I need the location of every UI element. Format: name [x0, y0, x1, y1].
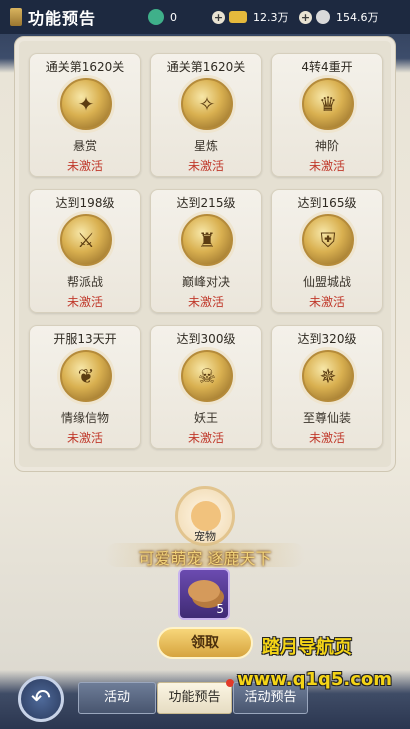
feature-card[interactable]: 通关第1620关 ✧ 星炼 未激活 — [150, 53, 262, 177]
feature-name: 仙盟城战 — [302, 275, 351, 289]
pet-label: 宠物 — [194, 530, 216, 543]
peak-duel-emblem-icon: ♜ — [181, 214, 233, 266]
feature-status: 未激活 — [308, 295, 345, 309]
feature-status: 未激活 — [187, 159, 224, 173]
star-refine-emblem-icon: ✧ — [181, 78, 233, 130]
feature-status: 未激活 — [308, 159, 345, 173]
feature-requirement: 达到165级 — [297, 196, 357, 210]
feature-name: 至尊仙装 — [302, 411, 351, 425]
pet-slogan: 可爱萌宠 逐鹿天下 — [138, 549, 272, 568]
feature-requirement: 4转4重开 — [301, 60, 353, 74]
feature-requirement: 达到300级 — [176, 332, 236, 346]
demon-king-emblem-icon: ☠ — [181, 350, 233, 402]
feature-card[interactable]: 达到320级 ✵ 至尊仙装 未激活 — [271, 325, 383, 449]
feature-requirement: 通关第1620关 — [166, 60, 246, 74]
feature-status: 未激活 — [66, 295, 103, 309]
emblem-glyph: ⛨ — [320, 228, 336, 252]
feature-card[interactable]: 达到165级 ⛨ 仙盟城战 未激活 — [271, 189, 383, 313]
title-ornament-icon — [10, 8, 22, 26]
gold-resource[interactable]: + 12.3万 — [212, 8, 289, 26]
feature-name: 巅峰对决 — [181, 275, 230, 289]
reward-item[interactable]: 5 — [178, 568, 230, 620]
game-screen: 功能预告 0 + 12.3万 + 154.6万 通关第1620关 ✦ 悬赏 未激… — [0, 0, 410, 729]
tab-feature-preview[interactable]: 功能预告 — [157, 679, 234, 714]
emblem-glyph: ⚔ — [77, 228, 95, 252]
divine-rank-emblem-icon: ♛ — [302, 78, 354, 130]
feature-name: 情缘信物 — [60, 411, 109, 425]
feature-card[interactable]: 开服13天开 ❦ 情缘信物 未激活 — [29, 325, 141, 449]
top-bar: 功能预告 0 + 12.3万 + 154.6万 — [0, 0, 410, 34]
guild-war-emblem-icon: ⚔ — [60, 214, 112, 266]
feature-requirement: 达到215级 — [176, 196, 236, 210]
feature-card[interactable]: 通关第1620关 ✦ 悬赏 未激活 — [29, 53, 141, 177]
feature-name: 星炼 — [193, 139, 218, 153]
gold-value: 12.3万 — [253, 11, 289, 24]
back-button[interactable]: ↶ — [18, 676, 64, 722]
feature-name: 悬赏 — [72, 139, 97, 153]
cookie-item-icon — [188, 580, 220, 602]
emblem-glyph: ☠ — [198, 364, 216, 388]
feature-name: 妖王 — [193, 411, 218, 425]
add-gold-icon[interactable]: + — [212, 10, 225, 24]
tab-label: 活动预告 — [244, 690, 297, 705]
reward-quantity: 5 — [216, 602, 224, 616]
add-silver-icon[interactable]: + — [299, 10, 312, 24]
feature-card[interactable]: 达到215级 ♜ 巅峰对决 未激活 — [150, 189, 262, 313]
feature-card[interactable]: 4转4重开 ♛ 神阶 未激活 — [271, 53, 383, 177]
watermark-url: www.q1q5.com — [237, 669, 393, 690]
supreme-armor-emblem-icon: ✵ — [302, 350, 354, 402]
pet-cat-icon — [191, 501, 221, 531]
silver-coin-icon — [316, 10, 330, 24]
feature-preview-panel: 通关第1620关 ✦ 悬赏 未激活 通关第1620关 ✧ 星炼 未激活 4转4重… — [14, 36, 396, 472]
feature-requirement: 达到198级 — [55, 196, 115, 210]
page-title: 功能预告 — [28, 9, 97, 28]
feature-requirement: 通关第1620关 — [45, 60, 125, 74]
gold-ingot-icon — [229, 11, 247, 23]
emblem-glyph: ❦ — [77, 364, 95, 388]
alliance-city-war-emblem-icon: ⛨ — [302, 214, 354, 266]
watermark-title: 踏月导航页 — [262, 637, 352, 658]
emblem-glyph: ♜ — [198, 228, 216, 252]
bounty-emblem-icon: ✦ — [60, 78, 112, 130]
feature-name: 神阶 — [314, 139, 339, 153]
claim-button[interactable]: 领取 — [157, 627, 253, 659]
tab-label: 功能预告 — [168, 690, 221, 705]
silver-value: 154.6万 — [336, 11, 379, 24]
silver-resource[interactable]: + 154.6万 — [299, 8, 379, 26]
back-arrow-icon: ↶ — [30, 684, 52, 712]
emblem-glyph: ♛ — [319, 92, 337, 116]
green-jade-icon — [148, 9, 164, 25]
feature-status: 未激活 — [66, 431, 103, 445]
tab-label: 活动 — [103, 690, 130, 705]
jade-resource: 0 — [148, 8, 177, 26]
feature-status: 未激活 — [308, 431, 345, 445]
emblem-glyph: ✧ — [198, 92, 216, 116]
feature-card[interactable]: 达到300级 ☠ 妖王 未激活 — [150, 325, 262, 449]
feature-status: 未激活 — [66, 159, 103, 173]
tab-activity[interactable]: 活动 — [78, 682, 156, 714]
emblem-glyph: ✦ — [77, 92, 95, 116]
feature-requirement: 开服13天开 — [53, 332, 117, 346]
love-token-emblem-icon: ❦ — [60, 350, 112, 402]
feature-status: 未激活 — [187, 295, 224, 309]
feature-name: 帮派战 — [66, 275, 103, 289]
feature-requirement: 达到320级 — [297, 332, 357, 346]
feature-card[interactable]: 达到198级 ⚔ 帮派战 未激活 — [29, 189, 141, 313]
emblem-glyph: ✵ — [319, 364, 337, 388]
jade-value: 0 — [170, 10, 177, 24]
feature-status: 未激活 — [187, 431, 224, 445]
